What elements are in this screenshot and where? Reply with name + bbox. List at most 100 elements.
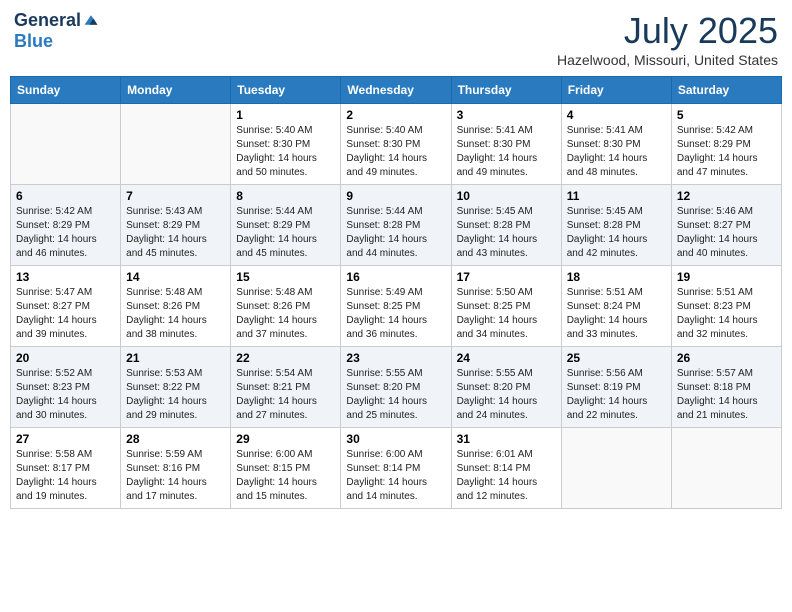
sunset-text: Sunset: 8:21 PM [236, 381, 335, 395]
table-row: 8Sunrise: 5:44 AMSunset: 8:29 PMDaylight… [231, 185, 341, 266]
cell-sun-info: Sunrise: 5:46 AMSunset: 8:27 PMDaylight:… [677, 205, 776, 261]
daylight-text: Daylight: 14 hours and 32 minutes. [677, 314, 776, 342]
cell-sun-info: Sunrise: 6:00 AMSunset: 8:14 PMDaylight:… [346, 448, 445, 504]
sunset-text: Sunset: 8:24 PM [567, 300, 666, 314]
logo-icon [83, 12, 99, 28]
sunrise-text: Sunrise: 5:52 AM [16, 367, 115, 381]
sunrise-text: Sunrise: 5:57 AM [677, 367, 776, 381]
day-number: 19 [677, 270, 776, 284]
table-row: 6 Sunrise: 5:42 AMSunset: 8:29 PMDaylight… [11, 185, 121, 266]
sunset-text: Sunset: 8:25 PM [457, 300, 556, 314]
cell-sun-info: Sunrise: 5:44 AMSunset: 8:28 PMDaylight:… [346, 205, 445, 261]
daylight-text: Daylight: 14 hours and 17 minutes. [126, 476, 225, 504]
cell-sun-info: Sunrise: 5:42 AMSunset: 8:29 PMDaylight:… [16, 205, 115, 261]
table-row: 7Sunrise: 5:43 AMSunset: 8:29 PMDaylight… [121, 185, 231, 266]
day-number: 9 [346, 189, 445, 203]
sunset-text: Sunset: 8:29 PM [677, 138, 776, 152]
daylight-text: Daylight: 14 hours and 30 minutes. [16, 395, 115, 423]
col-friday: Friday [561, 77, 671, 104]
daylight-text: Daylight: 14 hours and 15 minutes. [236, 476, 335, 504]
sunset-text: Sunset: 8:20 PM [457, 381, 556, 395]
cell-sun-info: Sunrise: 5:41 AMSunset: 8:30 PMDaylight:… [457, 124, 556, 180]
day-number: 8 [236, 189, 335, 203]
sunset-text: Sunset: 8:28 PM [567, 219, 666, 233]
day-number: 6 [16, 189, 115, 203]
day-number: 26 [677, 351, 776, 365]
daylight-text: Daylight: 14 hours and 42 minutes. [567, 233, 666, 261]
cell-sun-info: Sunrise: 5:47 AMSunset: 8:27 PMDaylight:… [16, 286, 115, 342]
day-number: 17 [457, 270, 556, 284]
day-number: 13 [16, 270, 115, 284]
sunrise-text: Sunrise: 5:51 AM [677, 286, 776, 300]
day-number: 28 [126, 432, 225, 446]
sunrise-text: Sunrise: 5:42 AM [677, 124, 776, 138]
day-number: 31 [457, 432, 556, 446]
day-number: 20 [16, 351, 115, 365]
col-monday: Monday [121, 77, 231, 104]
table-row: 27Sunrise: 5:58 AMSunset: 8:17 PMDayligh… [11, 428, 121, 509]
logo-blue-text: Blue [14, 31, 53, 52]
sunset-text: Sunset: 8:27 PM [16, 300, 115, 314]
daylight-text: Daylight: 14 hours and 36 minutes. [346, 314, 445, 342]
sunrise-text: Sunrise: 5:48 AM [126, 286, 225, 300]
table-row: 1Sunrise: 5:40 AMSunset: 8:30 PMDaylight… [231, 104, 341, 185]
sunrise-text: Sunrise: 5:41 AM [457, 124, 556, 138]
col-sunday: Sunday [11, 77, 121, 104]
daylight-text: Daylight: 14 hours and 40 minutes. [677, 233, 776, 261]
table-row: 26Sunrise: 5:57 AMSunset: 8:18 PMDayligh… [671, 347, 781, 428]
calendar-table: Sunday Monday Tuesday Wednesday Thursday… [10, 76, 782, 509]
table-row: 5Sunrise: 5:42 AMSunset: 8:29 PMDaylight… [671, 104, 781, 185]
table-row: 21Sunrise: 5:53 AMSunset: 8:22 PMDayligh… [121, 347, 231, 428]
table-row: 10Sunrise: 5:45 AMSunset: 8:28 PMDayligh… [451, 185, 561, 266]
calendar-body: 1Sunrise: 5:40 AMSunset: 8:30 PMDaylight… [11, 104, 782, 509]
sunrise-text: Sunrise: 5:47 AM [16, 286, 115, 300]
table-row: 22Sunrise: 5:54 AMSunset: 8:21 PMDayligh… [231, 347, 341, 428]
day-number: 25 [567, 351, 666, 365]
sunrise-text: Sunrise: 5:46 AM [677, 205, 776, 219]
title-area: July 2025 Hazelwood, Missouri, United St… [557, 10, 778, 68]
sunset-text: Sunset: 8:29 PM [126, 219, 225, 233]
table-row: 14Sunrise: 5:48 AMSunset: 8:26 PMDayligh… [121, 266, 231, 347]
sunset-text: Sunset: 8:23 PM [16, 381, 115, 395]
cell-sun-info: Sunrise: 5:40 AMSunset: 8:30 PMDaylight:… [236, 124, 335, 180]
cell-sun-info: Sunrise: 5:51 AMSunset: 8:24 PMDaylight:… [567, 286, 666, 342]
table-row: 25Sunrise: 5:56 AMSunset: 8:19 PMDayligh… [561, 347, 671, 428]
day-number: 18 [567, 270, 666, 284]
sunset-text: Sunset: 8:18 PM [677, 381, 776, 395]
sunrise-text: Sunrise: 5:43 AM [126, 205, 225, 219]
table-row: 30Sunrise: 6:00 AMSunset: 8:14 PMDayligh… [341, 428, 451, 509]
logo: General Blue [14, 10, 99, 52]
day-number: 3 [457, 108, 556, 122]
table-row: 28Sunrise: 5:59 AMSunset: 8:16 PMDayligh… [121, 428, 231, 509]
cell-sun-info: Sunrise: 5:45 AMSunset: 8:28 PMDaylight:… [457, 205, 556, 261]
daylight-text: Daylight: 14 hours and 47 minutes. [677, 152, 776, 180]
table-row: 24Sunrise: 5:55 AMSunset: 8:20 PMDayligh… [451, 347, 561, 428]
daylight-text: Daylight: 14 hours and 44 minutes. [346, 233, 445, 261]
sunset-text: Sunset: 8:29 PM [16, 219, 115, 233]
sunrise-text: Sunrise: 5:54 AM [236, 367, 335, 381]
calendar-header: Sunday Monday Tuesday Wednesday Thursday… [11, 77, 782, 104]
page-header: General Blue July 2025 Hazelwood, Missou… [10, 10, 782, 68]
sunrise-text: Sunrise: 5:55 AM [457, 367, 556, 381]
table-row: 31 Sunrise: 6:01 AMSunset: 8:14 PMDayligh… [451, 428, 561, 509]
sunrise-text: Sunrise: 5:48 AM [236, 286, 335, 300]
day-number: 14 [126, 270, 225, 284]
daylight-text: Daylight: 14 hours and 37 minutes. [236, 314, 335, 342]
sunrise-text: Sunrise: 5:55 AM [346, 367, 445, 381]
sunset-text: Sunset: 8:20 PM [346, 381, 445, 395]
sunrise-text: Sunrise: 5:42 AM [16, 205, 115, 219]
cell-sun-info: Sunrise: 5:48 AMSunset: 8:26 PMDaylight:… [236, 286, 335, 342]
cell-sun-info: Sunrise: 6:01 AMSunset: 8:14 PMDaylight:… [457, 448, 556, 504]
cell-sun-info: Sunrise: 5:52 AMSunset: 8:23 PMDaylight:… [16, 367, 115, 423]
daylight-text: Daylight: 14 hours and 25 minutes. [346, 395, 445, 423]
table-row: 16Sunrise: 5:49 AMSunset: 8:25 PMDayligh… [341, 266, 451, 347]
sunrise-text: Sunrise: 6:00 AM [346, 448, 445, 462]
day-number: 22 [236, 351, 335, 365]
cell-sun-info: Sunrise: 5:55 AMSunset: 8:20 PMDaylight:… [346, 367, 445, 423]
table-row [11, 104, 121, 185]
day-number: 27 [16, 432, 115, 446]
daylight-text: Daylight: 14 hours and 39 minutes. [16, 314, 115, 342]
sunrise-text: Sunrise: 5:56 AM [567, 367, 666, 381]
sunrise-text: Sunrise: 5:44 AM [236, 205, 335, 219]
daylight-text: Daylight: 14 hours and 43 minutes. [457, 233, 556, 261]
